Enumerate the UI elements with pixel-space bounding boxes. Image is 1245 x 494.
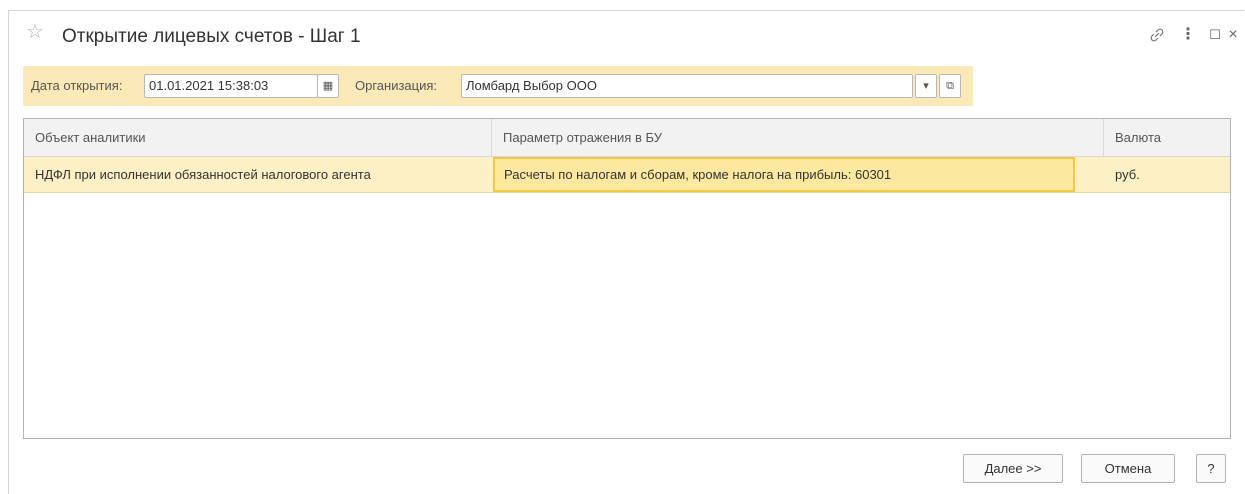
organization-label: Организация: xyxy=(355,78,438,93)
table-cell[interactable]: НДФЛ при исполнении обязанностей налогов… xyxy=(24,157,492,192)
favorite-star-icon[interactable]: ☆ xyxy=(26,22,44,42)
table-header: Объект аналитики Параметр отражения в БУ… xyxy=(24,119,1230,157)
column-header[interactable]: Объект аналитики xyxy=(24,119,492,156)
date-field[interactable]: 01.01.2021 15:38:03 xyxy=(144,74,318,98)
next-button[interactable]: Далее >> xyxy=(963,454,1063,483)
calendar-icon[interactable]: ▦ xyxy=(317,74,339,98)
open-item-icon[interactable]: ⧉ xyxy=(939,74,961,98)
dropdown-chevron-icon[interactable]: ▾ xyxy=(915,74,937,98)
column-header[interactable]: Параметр отражения в БУ xyxy=(492,119,1104,156)
date-label: Дата открытия: xyxy=(31,78,123,93)
close-icon[interactable]: × xyxy=(1226,24,1240,46)
link-icon[interactable] xyxy=(1146,24,1168,46)
filter-bar: Дата открытия: 01.01.2021 15:38:03 ▦ Орг… xyxy=(23,66,973,106)
cancel-button[interactable]: Отмена xyxy=(1081,454,1175,483)
column-header[interactable]: Валюта xyxy=(1104,119,1230,156)
more-icon[interactable]: ⋮ xyxy=(1180,24,1196,46)
table-cell-selected[interactable]: Расчеты по налогам и сборам, кроме налог… xyxy=(493,157,1075,192)
organization-field[interactable]: Ломбард Выбор ООО xyxy=(461,74,913,98)
table-row[interactable]: НДФЛ при исполнении обязанностей налогов… xyxy=(24,157,1230,193)
maximize-icon[interactable]: ☐ xyxy=(1208,24,1222,46)
analytics-table: Объект аналитики Параметр отражения в БУ… xyxy=(23,118,1231,439)
table-cell[interactable]: руб. xyxy=(1104,157,1230,192)
help-button[interactable]: ? xyxy=(1196,454,1226,483)
window-title: Открытие лицевых счетов - Шаг 1 xyxy=(62,26,361,47)
